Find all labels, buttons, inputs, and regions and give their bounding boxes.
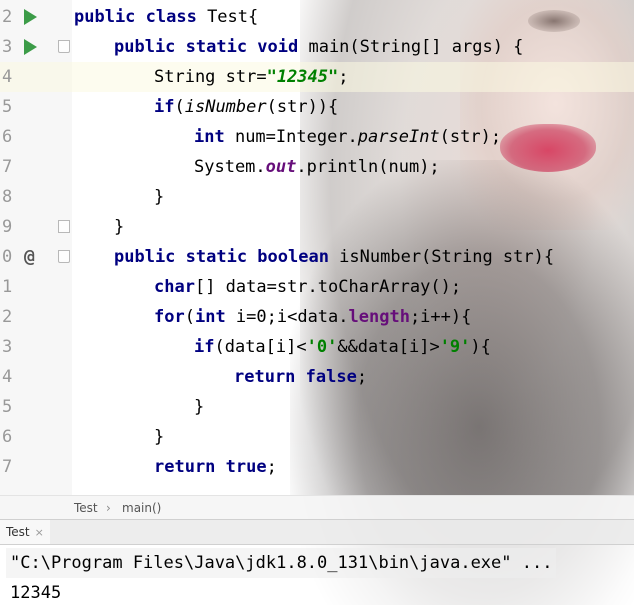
breadcrumb-separator: › xyxy=(106,501,111,515)
line-number: 3 xyxy=(2,37,13,57)
code-line[interactable]: 5 if(isNumber(str)){ xyxy=(0,92,634,122)
code-text: if(data[i]<'0'&&data[i]>'9'){ xyxy=(194,337,491,357)
code-text: int num=Integer.parseInt(str); xyxy=(194,127,502,147)
line-number: 2 xyxy=(2,307,13,327)
tab-label: Test xyxy=(6,525,30,539)
code-text: } xyxy=(114,217,125,237)
code-text: public class Test{ xyxy=(74,7,259,27)
line-number: 0 xyxy=(2,247,13,267)
code-line[interactable]: 7 return true; xyxy=(0,452,634,482)
code-text: public static boolean isNumber(String st… xyxy=(114,247,555,267)
line-number: 4 xyxy=(2,67,13,87)
fold-end-icon[interactable] xyxy=(58,220,70,233)
code-line[interactable]: 3 public static void main(String[] args)… xyxy=(0,32,634,62)
override-icon[interactable]: @ xyxy=(24,242,35,272)
run-tool-window-tabs: Test × xyxy=(0,519,634,545)
code-text: public static void main(String[] args) { xyxy=(114,37,524,57)
line-number: 3 xyxy=(2,337,13,357)
console-command-line[interactable]: "C:\Program Files\Java\jdk1.8.0_131\bin\… xyxy=(6,548,557,578)
code-text: return true; xyxy=(154,457,277,477)
code-text: } xyxy=(154,427,165,447)
code-line[interactable]: 4 String str="12345"; xyxy=(0,62,634,92)
run-console[interactable]: "C:\Program Files\Java\jdk1.8.0_131\bin\… xyxy=(0,545,634,605)
code-text: char[] data=str.toCharArray(); xyxy=(154,277,462,297)
line-number: 6 xyxy=(2,127,13,147)
line-number: 5 xyxy=(2,397,13,417)
code-editor[interactable]: 2 public class Test{ 3 public static voi… xyxy=(0,0,634,495)
line-number: 7 xyxy=(2,457,13,477)
line-number: 8 xyxy=(2,187,13,207)
code-line[interactable]: 4 return false; xyxy=(0,362,634,392)
line-number: 9 xyxy=(2,217,13,237)
code-text: } xyxy=(154,187,165,207)
line-number: 2 xyxy=(2,7,13,27)
console-output: 12345 xyxy=(10,583,62,603)
breadcrumb: Test › main() xyxy=(0,495,634,520)
code-line[interactable]: 7 System.out.println(num); xyxy=(0,152,634,182)
fold-marker-icon[interactable] xyxy=(58,40,70,53)
code-text: if(isNumber(str)){ xyxy=(154,97,339,117)
code-text: for(int i=0;i<data.length;i++){ xyxy=(154,307,472,327)
line-number: 1 xyxy=(2,277,13,297)
run-icon[interactable] xyxy=(24,39,37,55)
code-line[interactable]: 5 } xyxy=(0,392,634,422)
breadcrumb-item-method[interactable]: main() xyxy=(122,496,161,520)
code-line[interactable]: 3 if(data[i]<'0'&&data[i]>'9'){ xyxy=(0,332,634,362)
code-line[interactable]: 6 int num=Integer.parseInt(str); xyxy=(0,122,634,152)
code-text: String str="12345"; xyxy=(154,67,349,87)
close-icon[interactable]: × xyxy=(35,526,44,539)
line-number: 7 xyxy=(2,157,13,177)
tab-run-test[interactable]: Test × xyxy=(0,520,50,544)
code-line[interactable]: 6 } xyxy=(0,422,634,452)
run-icon[interactable] xyxy=(24,9,37,25)
code-line[interactable]: 8 } xyxy=(0,182,634,212)
code-line[interactable]: 2 public class Test{ xyxy=(0,2,634,32)
line-number: 6 xyxy=(2,427,13,447)
code-line[interactable]: 1 char[] data=str.toCharArray(); xyxy=(0,272,634,302)
fold-marker-icon[interactable] xyxy=(58,250,70,263)
code-text: return false; xyxy=(234,367,368,387)
breadcrumb-item-class[interactable]: Test xyxy=(74,496,98,520)
code-line[interactable]: 9 } xyxy=(0,212,634,242)
code-text: } xyxy=(194,397,205,417)
code-line[interactable]: 2 for(int i=0;i<data.length;i++){ xyxy=(0,302,634,332)
line-number: 5 xyxy=(2,97,13,117)
code-line[interactable]: 0 @ public static boolean isNumber(Strin… xyxy=(0,242,634,272)
line-number: 4 xyxy=(2,367,13,387)
code-text: System.out.println(num); xyxy=(194,157,440,177)
